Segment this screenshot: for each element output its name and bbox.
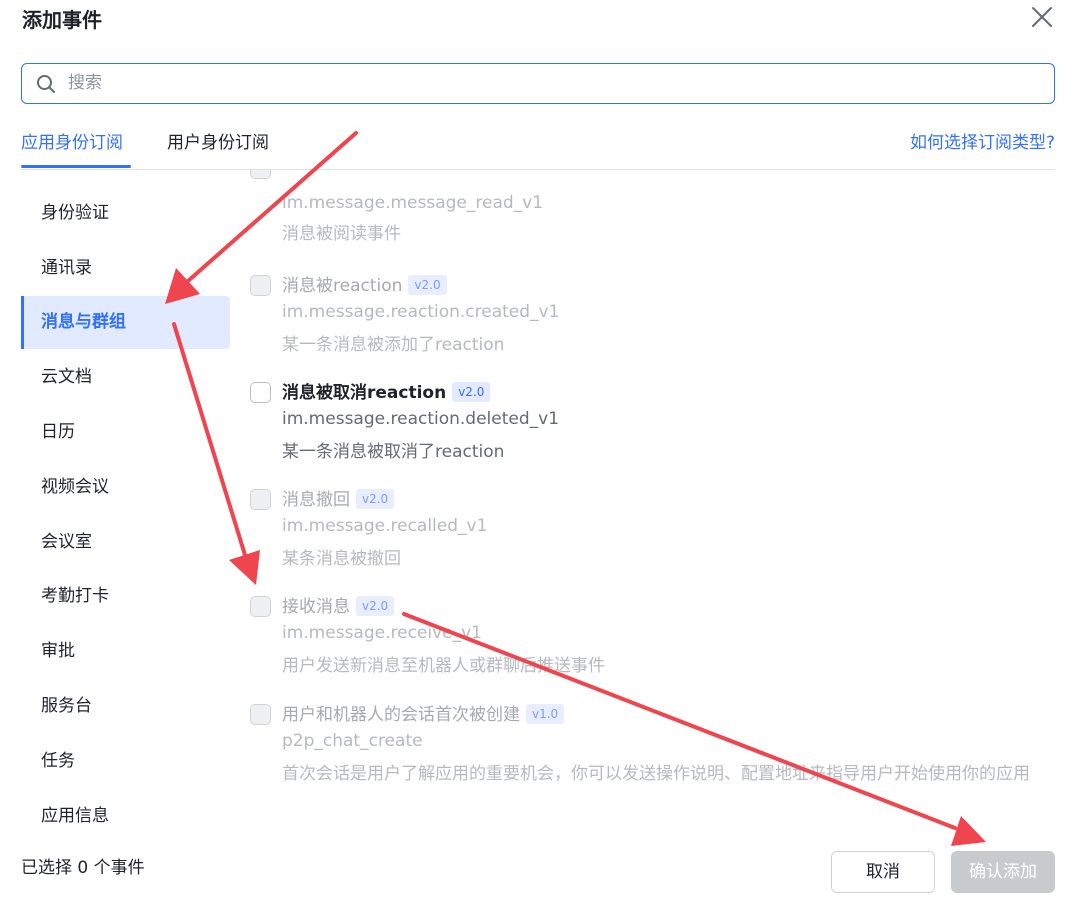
version-badge: v2.0 bbox=[356, 489, 395, 509]
event-checkbox[interactable] bbox=[250, 704, 271, 725]
sidebar-item-calendar[interactable]: 日历 bbox=[21, 406, 230, 459]
event-checkbox[interactable] bbox=[250, 489, 271, 510]
event-description: 首次会话是用户了解应用的重要机会，你可以发送操作说明、配置地址来指导用户开始使用… bbox=[282, 764, 1030, 784]
event-checkbox[interactable] bbox=[250, 596, 271, 617]
event-description: 某一条消息被取消了reaction bbox=[282, 442, 505, 462]
sidebar-item-docs[interactable]: 云文档 bbox=[21, 351, 230, 404]
cancel-button[interactable]: 取消 bbox=[831, 851, 935, 893]
version-badge: v2.0 bbox=[356, 596, 395, 616]
event-description: 某一条消息被添加了reaction bbox=[282, 335, 505, 355]
sidebar-item-tasks[interactable]: 任务 bbox=[21, 735, 230, 788]
sidebar-item-approval[interactable]: 审批 bbox=[21, 625, 230, 678]
sidebar-item-video-meeting[interactable]: 视频会议 bbox=[21, 461, 230, 514]
close-icon[interactable] bbox=[1030, 5, 1054, 29]
version-badge: v1.0 bbox=[526, 704, 565, 724]
subscription-tabs: 应用身份订阅 用户身份订阅 如何选择订阅类型? bbox=[21, 126, 1055, 170]
sidebar-item-messages[interactable]: 消息与群组 bbox=[21, 296, 230, 349]
event-list: im.message.message_read_v1 消息被阅读事件 消息被re… bbox=[248, 170, 1058, 825]
event-description: 某条消息被撤回 bbox=[282, 549, 401, 569]
event-key: im.message.message_read_v1 bbox=[282, 193, 544, 213]
event-checkbox[interactable] bbox=[250, 382, 271, 403]
sidebar-item-attendance[interactable]: 考勤打卡 bbox=[21, 570, 230, 623]
search-box[interactable] bbox=[21, 63, 1055, 104]
event-title: 消息撤回 v2.0 bbox=[282, 487, 395, 513]
confirm-add-button[interactable]: 确认添加 bbox=[951, 851, 1055, 893]
selected-count: 已选择 0 个事件 bbox=[21, 858, 145, 878]
event-key: p2p_chat_create bbox=[282, 731, 423, 751]
search-icon bbox=[36, 74, 56, 94]
sidebar-item-identity[interactable]: 身份验证 bbox=[21, 187, 230, 240]
event-title: 接收消息 v2.0 bbox=[282, 594, 395, 620]
sidebar-item-meeting-room[interactable]: 会议室 bbox=[21, 516, 230, 569]
dialog-title: 添加事件 bbox=[22, 8, 102, 32]
sidebar-item-app-info[interactable]: 应用信息 bbox=[21, 790, 230, 825]
event-checkbox[interactable] bbox=[250, 275, 271, 296]
event-title: 消息被取消reaction v2.0 bbox=[282, 380, 491, 406]
event-title: 用户和机器人的会话首次被创建 v1.0 bbox=[282, 702, 565, 728]
event-key: im.message.reaction.deleted_v1 bbox=[282, 409, 560, 429]
event-key: im.message.recalled_v1 bbox=[282, 516, 488, 536]
search-input[interactable] bbox=[68, 64, 1038, 102]
tab-app-subscription[interactable]: 应用身份订阅 bbox=[21, 128, 123, 153]
sidebar-item-helpdesk[interactable]: 服务台 bbox=[21, 680, 230, 733]
event-title: 消息被reaction v2.0 bbox=[282, 273, 447, 299]
category-sidebar: 身份验证 通讯录 消息与群组 云文档 日历 视频会议 会议室 考勤打卡 审批 服… bbox=[21, 185, 230, 825]
event-checkbox[interactable] bbox=[250, 170, 271, 179]
help-link[interactable]: 如何选择订阅类型? bbox=[910, 128, 1055, 153]
event-key: im.message.reaction.created_v1 bbox=[282, 302, 560, 322]
event-key: im.message.receive_v1 bbox=[282, 623, 482, 643]
version-badge: v2.0 bbox=[452, 382, 491, 402]
tab-user-subscription[interactable]: 用户身份订阅 bbox=[167, 128, 269, 153]
active-tab-indicator bbox=[21, 165, 131, 168]
event-description: 用户发送新消息至机器人或群聊后推送事件 bbox=[282, 656, 605, 676]
sidebar-item-contacts[interactable]: 通讯录 bbox=[21, 242, 230, 295]
event-description: 消息被阅读事件 bbox=[282, 224, 401, 244]
version-badge: v2.0 bbox=[408, 275, 447, 295]
